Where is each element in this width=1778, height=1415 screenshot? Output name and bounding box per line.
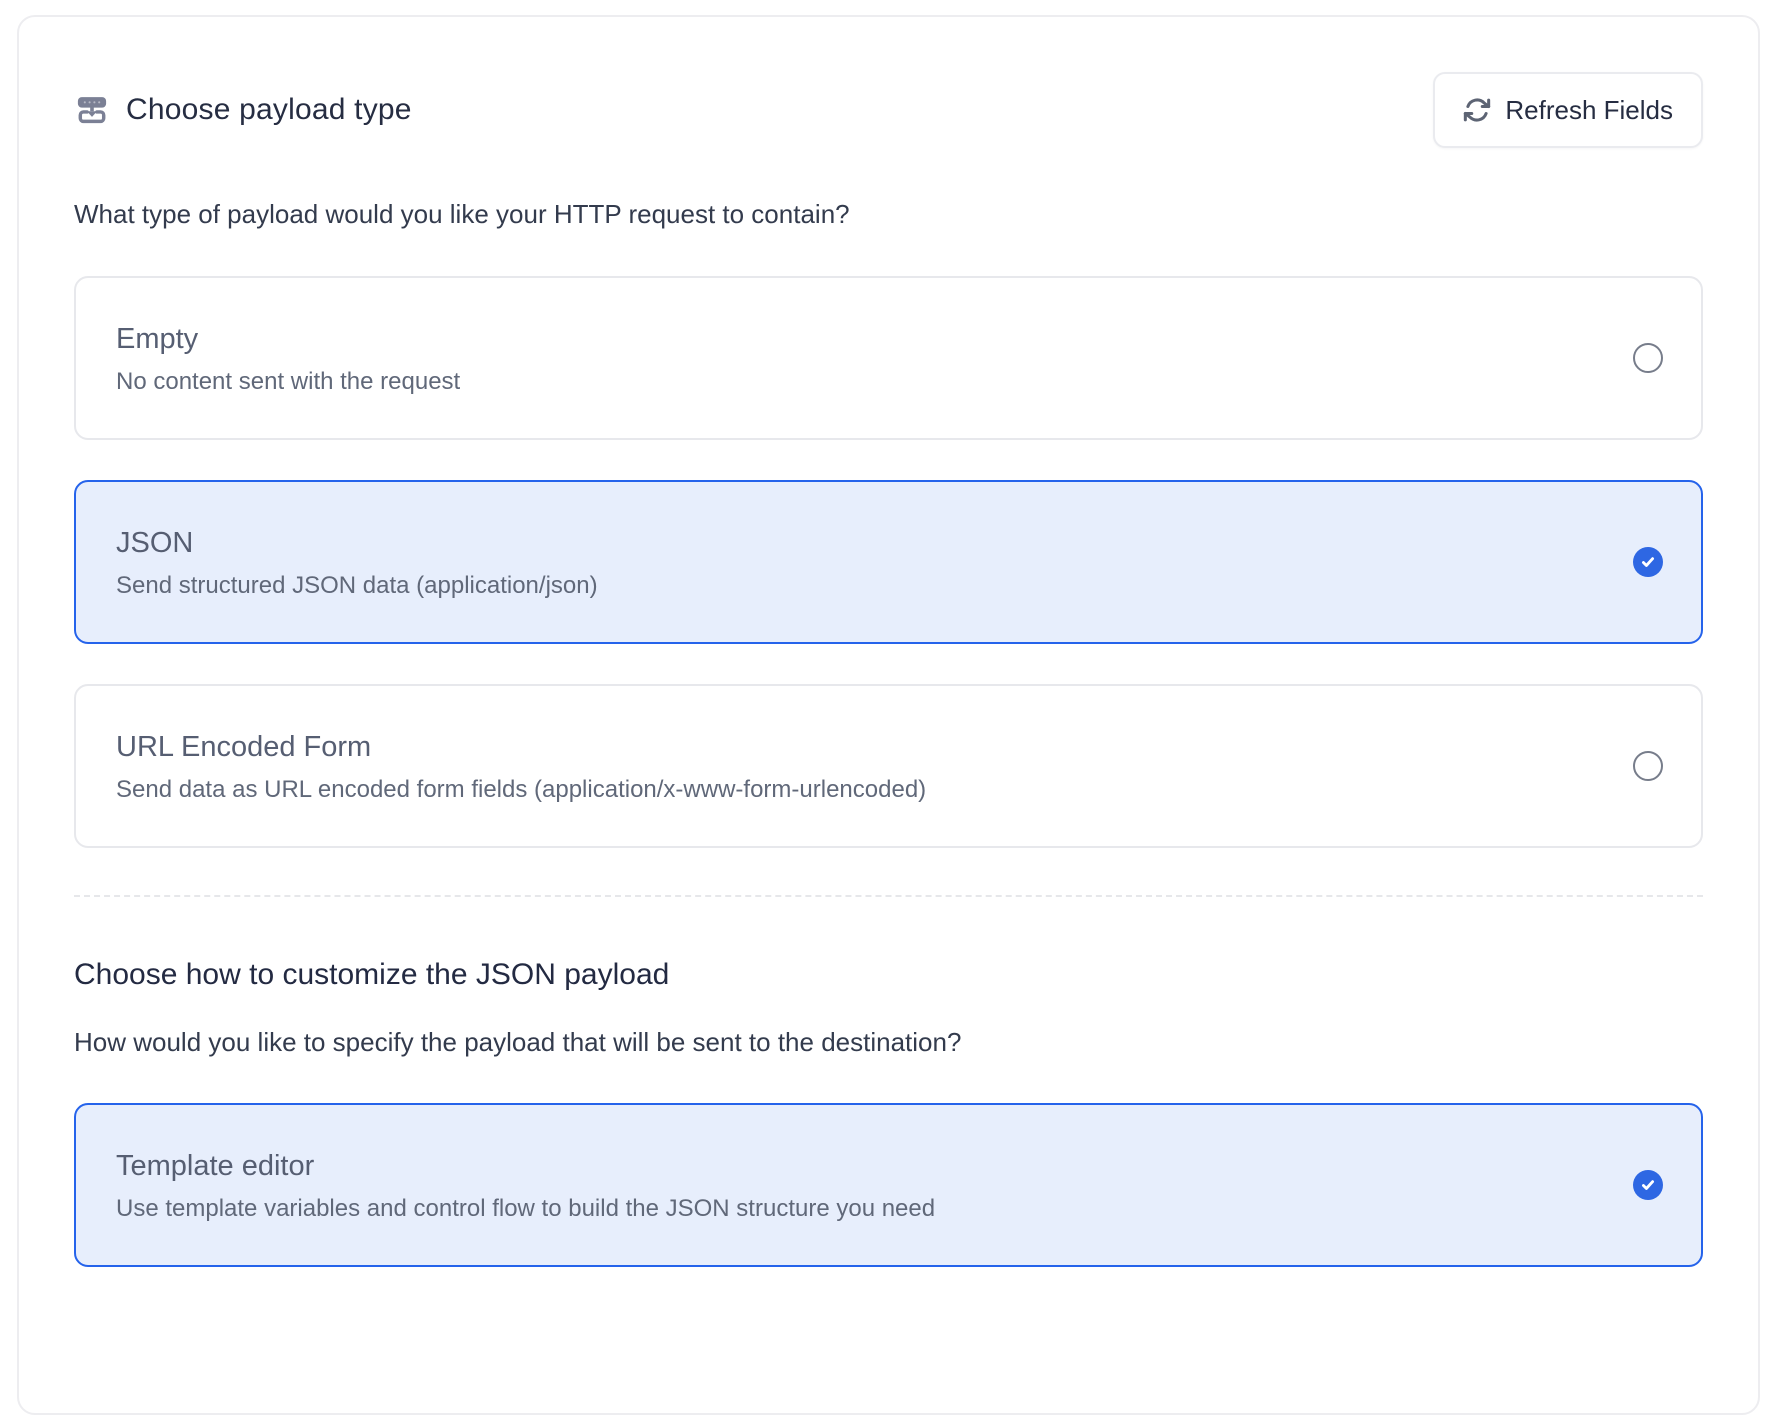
panel-header-left: Choose payload type — [74, 92, 412, 128]
option-text: Empty No content sent with the request — [116, 321, 460, 396]
option-title: Empty — [116, 321, 460, 357]
payload-tray-icon — [74, 92, 110, 128]
customize-section-question: How would you like to specify the payloa… — [74, 1026, 1703, 1058]
option-description: No content sent with the request — [116, 368, 460, 396]
option-title: Template editor — [116, 1148, 935, 1184]
option-description: Use template variables and control flow … — [116, 1195, 935, 1223]
option-indicator[interactable] — [1633, 343, 1663, 373]
payload-settings-panel: Choose payload type Refresh Fields What … — [17, 15, 1760, 1415]
panel-header: Choose payload type Refresh Fields — [74, 72, 1703, 148]
refresh-fields-button[interactable]: Refresh Fields — [1433, 72, 1703, 148]
section-divider — [74, 895, 1703, 897]
payload-type-question: What type of payload would you like your… — [74, 198, 1703, 230]
payload-type-options: Empty No content sent with the request J… — [74, 276, 1703, 848]
option-title: JSON — [116, 525, 598, 561]
refresh-fields-label: Refresh Fields — [1505, 95, 1673, 126]
option-indicator[interactable] — [1633, 547, 1663, 577]
option-indicator[interactable] — [1633, 751, 1663, 781]
option-card-json[interactable]: JSON Send structured JSON data (applicat… — [74, 480, 1703, 644]
option-card-empty[interactable]: Empty No content sent with the request — [74, 276, 1703, 440]
check-icon — [1633, 1170, 1663, 1200]
check-icon — [1633, 547, 1663, 577]
option-indicator[interactable] — [1633, 1170, 1663, 1200]
option-text: Template editor Use template variables a… — [116, 1148, 935, 1223]
customize-options: Template editor Use template variables a… — [74, 1103, 1703, 1267]
option-description: Send structured JSON data (application/j… — [116, 572, 598, 600]
option-text: URL Encoded Form Send data as URL encode… — [116, 729, 926, 804]
option-card-url-encoded-form[interactable]: URL Encoded Form Send data as URL encode… — [74, 684, 1703, 848]
page-title: Choose payload type — [126, 93, 412, 127]
option-title: URL Encoded Form — [116, 729, 926, 765]
customize-section-heading: Choose how to customize the JSON payload — [74, 956, 1703, 994]
refresh-icon — [1463, 96, 1491, 124]
radio-unselected-icon — [1633, 343, 1663, 373]
radio-unselected-icon — [1633, 751, 1663, 781]
option-card-template-editor[interactable]: Template editor Use template variables a… — [74, 1103, 1703, 1267]
option-text: JSON Send structured JSON data (applicat… — [116, 525, 598, 600]
option-description: Send data as URL encoded form fields (ap… — [116, 776, 926, 804]
